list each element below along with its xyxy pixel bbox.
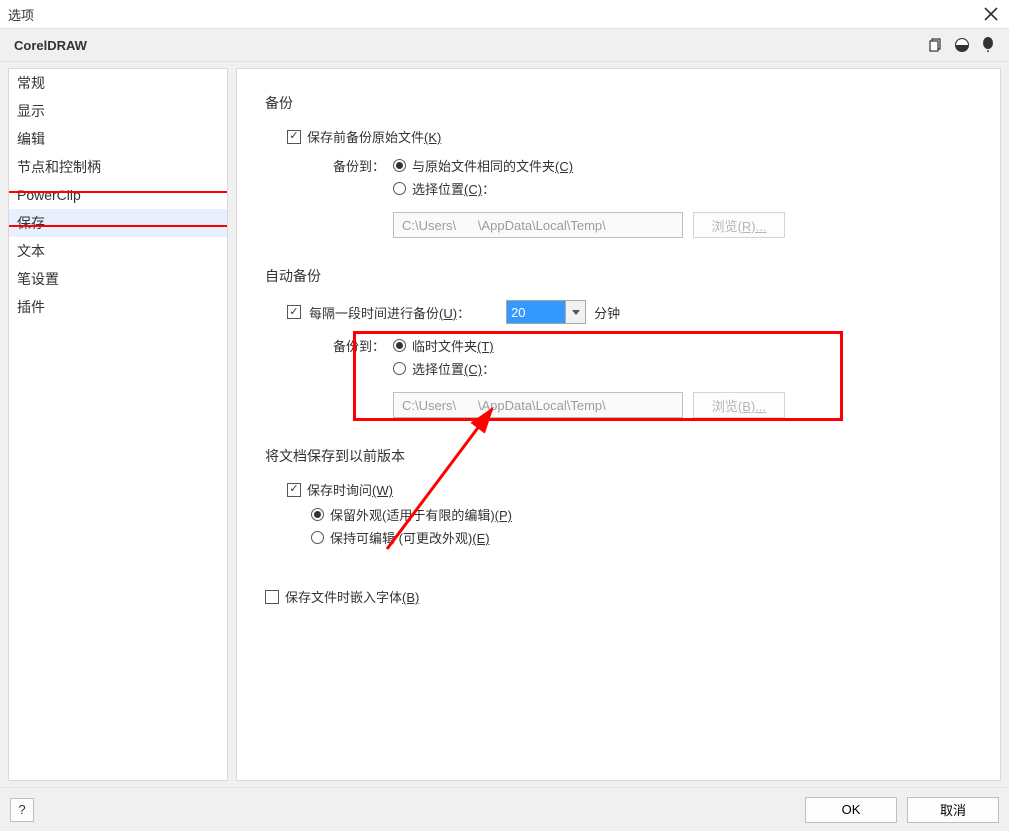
checkbox-icon bbox=[287, 305, 301, 319]
toolbar-globe-icon[interactable] bbox=[951, 34, 973, 56]
sidebar-item-edit[interactable]: 编辑 bbox=[9, 125, 227, 153]
help-button[interactable]: ? bbox=[10, 798, 34, 822]
sidebar-item-save[interactable]: 保存 bbox=[9, 209, 227, 237]
chevron-down-icon bbox=[572, 310, 580, 315]
autobackup-every-label: 每隔一段时间进行备份(U)： bbox=[309, 303, 470, 322]
version-radio-keep-appearance[interactable]: 保留外观(适用于有限的编辑)(P) bbox=[311, 505, 972, 524]
backup-choose-loc-label: 选择位置(C)： bbox=[412, 179, 495, 198]
backup-same-folder-label: 与原始文件相同的文件夹(C) bbox=[412, 156, 573, 175]
checkbox-icon bbox=[287, 483, 301, 497]
autobackup-path-input bbox=[393, 392, 683, 418]
sidebar: 常规 显示 编辑 节点和控制柄 PowerClip 保存 文本 笔设置 插件 bbox=[8, 68, 228, 781]
backup-path-input bbox=[393, 212, 683, 238]
backup-radio-same-folder[interactable]: 与原始文件相同的文件夹(C) bbox=[393, 156, 573, 175]
backup-browse-button: 浏览(R)... bbox=[693, 212, 785, 238]
embed-fonts-checkbox[interactable]: 保存文件时嵌入字体(B) bbox=[265, 587, 972, 606]
radio-icon bbox=[393, 159, 406, 172]
radio-icon bbox=[393, 339, 406, 352]
autobackup-choose-loc-label: 选择位置(C)： bbox=[412, 359, 495, 378]
section-autobackup-title: 自动备份 bbox=[265, 266, 972, 286]
autobackup-minutes-input[interactable] bbox=[507, 301, 565, 323]
embed-fonts-label: 保存文件时嵌入字体(B) bbox=[285, 587, 419, 606]
cancel-button[interactable]: 取消 bbox=[907, 797, 999, 823]
content-pane: 备份 保存前备份原始文件(K) 备份到： 与原始文件相同的文件夹(C) 选择位置… bbox=[236, 68, 1001, 781]
version-keep-appearance-label: 保留外观(适用于有限的编辑)(P) bbox=[330, 505, 512, 524]
radio-icon bbox=[393, 362, 406, 375]
sidebar-item-general[interactable]: 常规 bbox=[9, 69, 227, 97]
checkbox-icon bbox=[287, 130, 301, 144]
spinner-down-button[interactable] bbox=[565, 301, 585, 323]
autobackup-browse-button: 浏览(B)... bbox=[693, 392, 785, 418]
window-title: 选项 bbox=[8, 5, 34, 24]
sidebar-item-text[interactable]: 文本 bbox=[9, 237, 227, 265]
sidebar-item-powerclip[interactable]: PowerClip bbox=[9, 181, 227, 209]
autobackup-radio-temp-folder[interactable]: 临时文件夹(T) bbox=[393, 336, 495, 355]
autobackup-minutes-label: 分钟 bbox=[594, 303, 620, 322]
section-backup-title: 备份 bbox=[265, 93, 972, 113]
sidebar-item-display[interactable]: 显示 bbox=[9, 97, 227, 125]
radio-icon bbox=[311, 531, 324, 544]
ok-button[interactable]: OK bbox=[805, 797, 897, 823]
backup-radio-choose-location[interactable]: 选择位置(C)： bbox=[393, 179, 573, 198]
close-button[interactable] bbox=[979, 2, 1003, 26]
radio-icon bbox=[311, 508, 324, 521]
close-icon bbox=[984, 7, 998, 21]
autobackup-radio-choose-location[interactable]: 选择位置(C)： bbox=[393, 359, 495, 378]
backup-make-backup-checkbox[interactable]: 保存前备份原始文件(K) bbox=[287, 127, 972, 146]
app-name: CorelDRAW bbox=[14, 38, 87, 53]
version-ask-label: 保存时询问(W) bbox=[307, 480, 393, 499]
autobackup-minutes-spinner[interactable] bbox=[506, 300, 586, 324]
autobackup-to-label: 备份到： bbox=[311, 336, 393, 355]
version-radio-keep-editable[interactable]: 保持可编辑 (可更改外观)(E) bbox=[311, 528, 972, 547]
toolbar-docs-icon[interactable] bbox=[925, 34, 947, 56]
backup-to-label: 备份到： bbox=[311, 156, 393, 175]
backup-make-backup-label: 保存前备份原始文件(K) bbox=[307, 127, 441, 146]
radio-icon bbox=[393, 182, 406, 195]
sidebar-item-pen[interactable]: 笔设置 bbox=[9, 265, 227, 293]
sidebar-item-plugins[interactable]: 插件 bbox=[9, 293, 227, 321]
version-ask-checkbox[interactable]: 保存时询问(W) bbox=[287, 480, 972, 499]
toolbar-balloon-icon[interactable] bbox=[977, 34, 999, 56]
sidebar-item-nodes[interactable]: 节点和控制柄 bbox=[9, 153, 227, 181]
autobackup-temp-folder-label: 临时文件夹(T) bbox=[412, 336, 494, 355]
section-version-title: 将文档保存到以前版本 bbox=[265, 446, 972, 466]
checkbox-icon bbox=[265, 590, 279, 604]
autobackup-every-checkbox[interactable]: 每隔一段时间进行备份(U)： 分钟 bbox=[287, 300, 972, 324]
version-keep-editable-label: 保持可编辑 (可更改外观)(E) bbox=[330, 528, 490, 547]
